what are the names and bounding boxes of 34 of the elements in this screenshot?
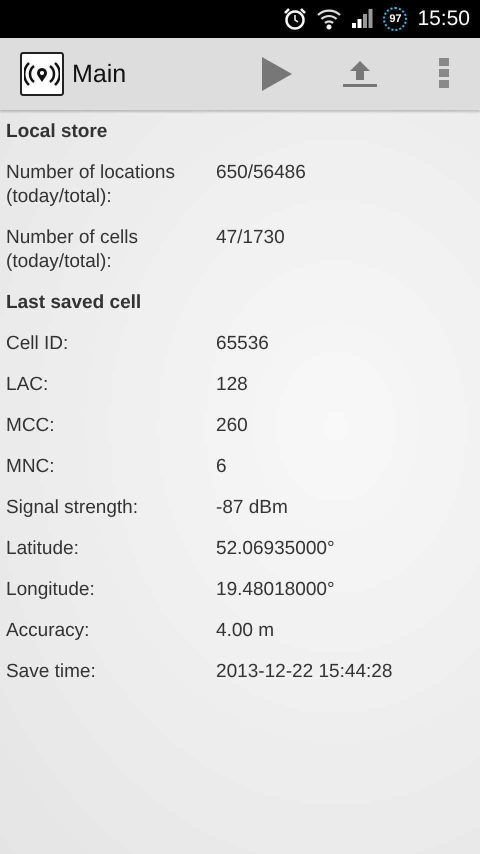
signal-icon (351, 9, 374, 29)
field-label: MCC: (6, 414, 56, 438)
field-label: Save time: (6, 660, 97, 684)
field-value: -87 dBm (216, 496, 289, 520)
field-label: Accuracy: (6, 619, 90, 643)
field-value: 65536 (216, 332, 270, 356)
alarm-clock-icon (283, 7, 308, 31)
field-value: 2013-12-22 15:44:28 (216, 660, 394, 684)
field-label: Latitude: (6, 537, 80, 561)
field-value: 6 (216, 455, 228, 479)
field-value: 19.48018000° (216, 578, 336, 602)
field-label: Longitude: (6, 578, 96, 602)
field-label: LAC: (6, 373, 50, 397)
field-label: Number of locations (today/total): (6, 161, 176, 209)
upload-icon (342, 59, 378, 89)
overflow-menu-icon (438, 58, 450, 90)
field-value: 47/1730 (216, 226, 286, 250)
wifi-icon (317, 8, 342, 30)
field-value: 4.00 m (216, 619, 276, 643)
battery-indicator: 97 (383, 7, 408, 31)
app-logo-icon[interactable] (20, 52, 64, 96)
field-label: Number of cells (today/total): (6, 226, 139, 274)
play-icon (260, 57, 292, 91)
section-heading: Local store (6, 120, 108, 144)
field-label: MNC: (6, 455, 56, 479)
field-value: 128 (216, 373, 249, 397)
field-value: 52.06935000° (216, 537, 336, 561)
clock: 15:50 (417, 7, 470, 31)
screen-title: Main (72, 60, 128, 88)
field-label: Signal strength: (6, 496, 140, 520)
section-heading: Last saved cell (6, 291, 142, 315)
field-value: 260 (216, 414, 249, 438)
field-value: 650/56486 (216, 161, 307, 185)
field-label: Cell ID: (6, 332, 70, 356)
